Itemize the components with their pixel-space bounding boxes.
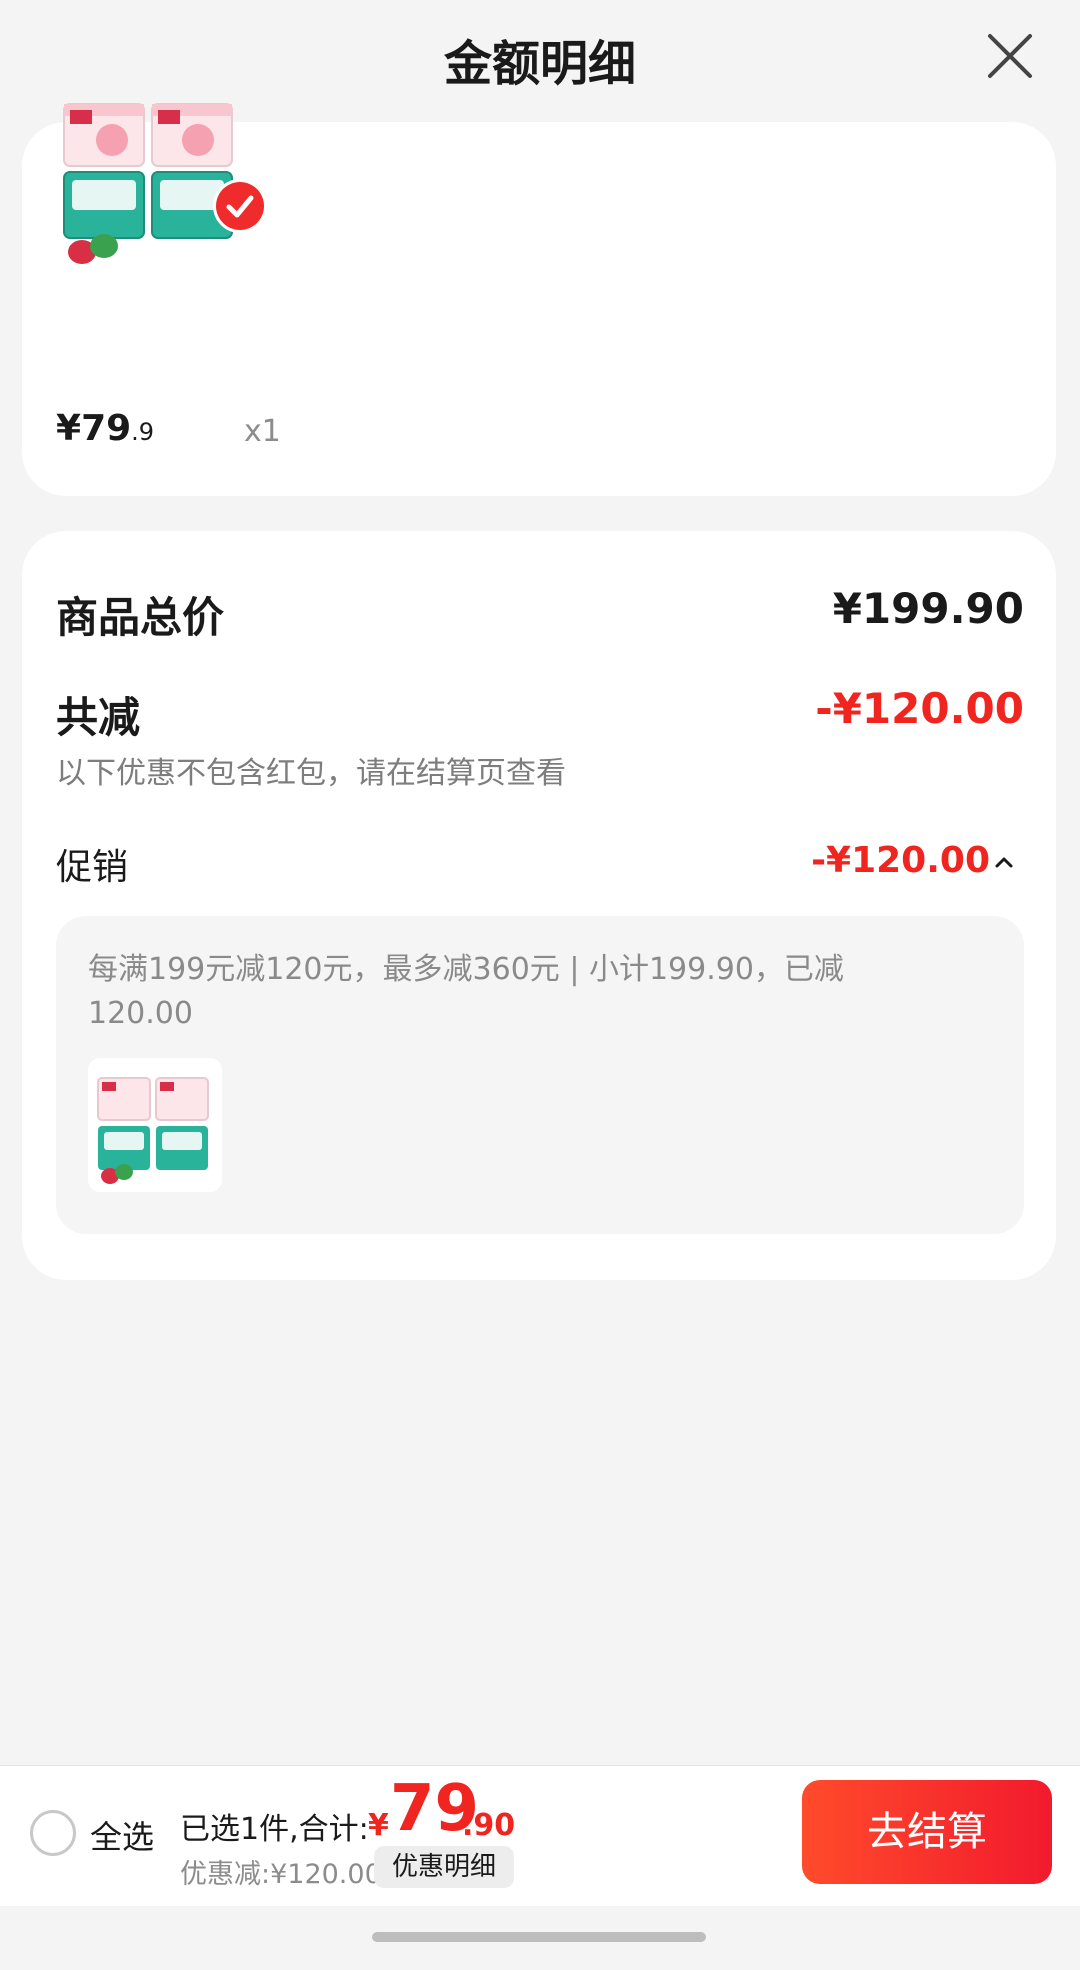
promo-label: 促销 xyxy=(56,847,129,888)
discount-amount: 优惠减:¥120.00 xyxy=(180,1859,382,1890)
discount-note: 以下优惠不包含红包，请在结算页查看 xyxy=(56,756,566,791)
total-value: ¥199.90 xyxy=(832,584,1024,633)
product-price: ¥79.9 xyxy=(56,408,154,449)
select-all-radio[interactable] xyxy=(30,1810,76,1856)
close-icon[interactable] xyxy=(980,26,1040,86)
price-dec: .9 xyxy=(131,418,155,446)
promo-product-thumbnail[interactable] xyxy=(88,1058,222,1192)
discount-detail-button[interactable]: 优惠明细 xyxy=(374,1846,514,1888)
selected-summary: 已选1件,合计: xyxy=(180,1812,369,1847)
total-currency: ¥ xyxy=(368,1808,389,1843)
promo-detail-text: 每满199元减120元，最多减360元 | 小计199.90，已减120.00 xyxy=(88,952,844,1031)
reduce-label: 共减 xyxy=(56,693,141,742)
chevron-up-icon[interactable] xyxy=(992,850,1016,874)
price-symbol: ¥ xyxy=(56,408,82,449)
total-amount-dec: .90 xyxy=(462,1808,516,1843)
product-image[interactable] xyxy=(52,62,274,284)
promo-value[interactable]: -¥120.00 xyxy=(811,840,990,881)
reduce-value: -¥120.00 xyxy=(815,684,1024,733)
price-int: 79 xyxy=(81,408,132,449)
product-quantity: x1 xyxy=(244,414,281,449)
select-all-label[interactable]: 全选 xyxy=(90,1812,154,1858)
total-label: 商品总价 xyxy=(56,593,225,642)
selected-check-icon[interactable] xyxy=(216,182,264,230)
home-indicator xyxy=(372,1932,706,1942)
checkout-button[interactable]: 去结算 xyxy=(802,1780,1052,1884)
